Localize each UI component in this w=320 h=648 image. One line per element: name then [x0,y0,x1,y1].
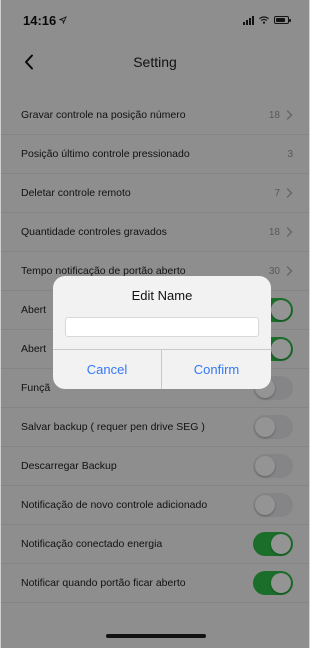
confirm-button[interactable]: Confirm [162,350,271,389]
edit-name-dialog: Edit Name Cancel Confirm [53,276,271,389]
name-input[interactable] [65,317,259,337]
home-indicator [106,634,206,638]
phone-screen: 14:16 Setting Gravar controle na posição… [0,0,310,648]
dialog-title: Edit Name [131,288,193,303]
cancel-button[interactable]: Cancel [53,350,161,389]
